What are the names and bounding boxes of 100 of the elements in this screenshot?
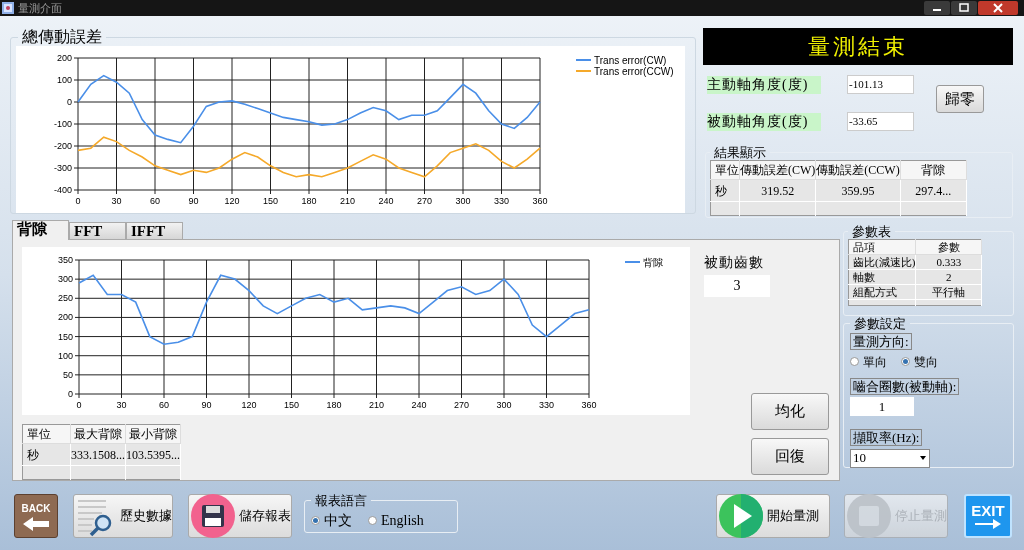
table-cell: 333.1508... [71,447,125,462]
axis-label: 180 [301,196,317,206]
column-header: 背隙 [921,163,946,178]
axis-label: 200 [56,53,72,63]
input-field[interactable]: -101.13 [847,75,914,95]
field-label: 主動軸角度(度) [707,75,821,94]
group-title: 結果顯示 [713,145,767,161]
radio-label: English [381,512,424,530]
group-title: 報表語言 [314,493,368,508]
table-cell: 2 [946,271,952,283]
minimize-icon[interactable] [924,1,950,15]
axis-label: 0 [76,400,82,410]
table-cell: 齒比(減速比) [853,256,916,268]
maximize-icon[interactable] [951,1,977,15]
axis-label: 200 [57,312,73,323]
group-title: 總傳動誤差 [21,28,103,46]
app-icon [2,2,14,14]
input-field[interactable]: 3 [704,275,770,297]
axis-label: 330 [494,196,509,206]
axis-label: 360 [581,400,597,410]
table-cell: 319.52 [761,183,795,198]
arrow-icon [973,517,1003,530]
axis-label: 270 [454,400,469,410]
table-cell: 359.95 [841,183,875,198]
axis-label: -400 [54,185,72,195]
axis-label: 60 [159,400,169,410]
axis-label: -200 [54,141,72,151]
axis-label: 50 [63,369,73,380]
save-button[interactable]: 儲存報表 [188,494,292,538]
axis-label: -300 [54,163,72,173]
axis-label: 120 [241,400,257,410]
play-icon [719,494,763,538]
radio-button[interactable] [311,516,320,525]
input-field[interactable]: 1 [850,397,914,416]
axis-label: 300 [57,274,73,285]
floppy-disk-icon [191,494,235,538]
field-label: 量測方向: [850,333,912,350]
column-header: 單位 [715,163,739,178]
axis-label: 150 [263,196,278,206]
axis-label: 210 [340,196,355,206]
restore-button[interactable]: 回復 [751,438,829,475]
axis-label: 90 [188,196,199,206]
table-cell: 0.333 [936,256,962,268]
axis-label: 0 [75,196,81,206]
tab[interactable]: IFFT [126,222,183,240]
field-label: 嚙合圈數(被動軸): [850,377,960,395]
status-banner: 量測結束 [703,28,1013,66]
axis-label: 30 [111,196,122,206]
column-header: 最大背隙 [74,427,122,441]
axis-label: 270 [417,196,432,206]
history-button[interactable]: 歷史數據 [73,494,173,538]
input-field[interactable]: -33.65 [847,112,914,132]
table-cell: 軸數 [853,271,875,283]
radio-button[interactable] [901,357,910,366]
column-header: 單位 [27,427,51,441]
back-button[interactable]: BACK [14,494,58,538]
axis-label: 150 [284,400,299,410]
group-title: 參數設定 [853,316,907,331]
table-cell: 秒 [27,447,39,462]
axis-label: 240 [411,400,427,410]
caret-icon [920,456,926,460]
tab[interactable]: FFT [69,222,126,240]
axis-label: 210 [369,400,384,410]
radio-label: 雙向 [914,353,938,371]
radio-button[interactable] [368,516,377,525]
axis-label: 300 [455,196,471,206]
column-header: 參數 [937,241,960,253]
table-cell: 103.5395... [126,447,180,462]
stop-icon [847,494,891,538]
table-cell: 秒 [715,183,727,198]
axis-label: 180 [326,400,342,410]
legend-label: Trans error(CCW) [594,65,674,77]
axis-label: 0 [68,389,73,399]
legend-label: Trans error(CW) [594,54,667,66]
column-header: 品項 [853,241,875,253]
axis-label: 120 [224,196,240,206]
start-button[interactable]: 開始量測 [716,494,830,538]
column-header: 傳動誤差(CCW) [816,163,900,178]
dropdown[interactable]: 10 [850,448,930,468]
close-icon[interactable] [978,1,1018,15]
table-cell: 平行軸 [932,286,966,298]
group-title: 參數表 [851,224,892,239]
field-label: 擷取率(Hz): [850,429,923,446]
radio-label: 中文 [324,512,352,530]
axis-label: 30 [116,400,127,410]
zero-button[interactable]: 歸零 [936,85,984,114]
tab[interactable]: 背隙 [12,220,69,240]
axis-label: 100 [57,350,73,361]
arrow-icon [21,515,51,532]
average-button[interactable]: 均化 [751,393,829,430]
radio-button[interactable] [850,357,859,366]
axis-label: 300 [496,400,512,410]
radio-label: 單向 [863,353,887,371]
axis-label: 360 [532,196,548,206]
table-cell: 297.4... [915,183,952,198]
axis-label: 60 [150,196,160,206]
axis-label: 240 [378,196,394,206]
table-cell: 組配方式 [853,286,897,298]
axis-label: 250 [57,293,73,304]
axis-label: 100 [56,75,72,85]
